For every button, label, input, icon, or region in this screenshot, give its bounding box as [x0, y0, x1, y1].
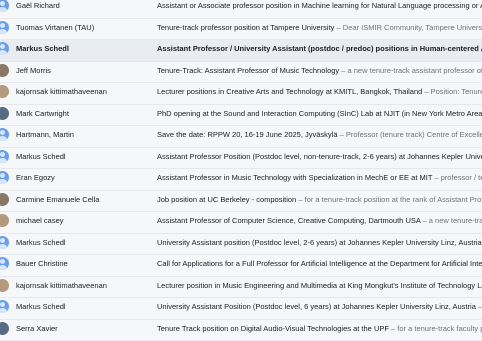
default-avatar-icon [0, 257, 9, 270]
email-row[interactable]: Eran Egozy Assistant Professor in Music T… [0, 169, 482, 191]
sender-name: Carmine Emanuele Cella [16, 195, 99, 204]
sender-name: Jeff Morris [16, 66, 51, 75]
default-avatar-icon [0, 300, 9, 313]
email-list: Gaël Richard Assistant or Associate profe… [0, 0, 482, 341]
email-content: Assistant or Associate professor positio… [157, 1, 482, 10]
default-avatar-icon [0, 128, 9, 141]
email-subject: Tenure-track professor position at Tampe… [157, 23, 334, 32]
email-subject: Assistant Professor in Music Technology … [157, 173, 432, 182]
default-avatar-icon [0, 236, 9, 249]
sender-name: michael casey [16, 216, 64, 225]
email-subject: Job position at UC Berkeley - compositio… [157, 195, 296, 204]
avatar-photo [0, 193, 9, 206]
sender-name: Gaël Richard [16, 1, 60, 10]
email-subject: Tenure-Track: Assistant Professor of Mus… [157, 66, 339, 75]
email-content: Assistant Professor / University Assista… [157, 44, 482, 53]
avatar-photo [0, 107, 9, 120]
email-subject: Assistant or Associate professor positio… [157, 1, 482, 10]
email-row[interactable]: Hartmann, Martin Save the date: RPPW 20, … [0, 126, 482, 148]
avatar-photo [0, 85, 9, 98]
email-content: Assistant Professor of Computer Science,… [157, 216, 482, 225]
avatar-photo [0, 64, 9, 77]
email-content: Job position at UC Berkeley - compositio… [157, 195, 482, 204]
email-snippet: – a new tenure-track position in the are… [420, 216, 482, 225]
email-row[interactable]: Bauer Christine Call for Applications for… [0, 255, 482, 277]
sender-name: Markus Schedl [16, 302, 66, 311]
email-content: PhD opening at the Sound and Interaction… [157, 109, 482, 118]
email-row[interactable]: kajornsak kittimathaveenan Lecturer posit… [0, 83, 482, 105]
email-subject: PhD opening at the Sound and Interaction… [157, 109, 482, 118]
email-subject: Assistant Professor Position (Postdoc le… [157, 152, 482, 161]
sender-name: Tuomas Virtanen (TAU) [16, 23, 94, 32]
email-subject: Lecturer position in Music Engineering a… [157, 281, 482, 290]
email-row[interactable]: Jeff Morris Tenure-Track: Assistant Profe… [0, 62, 482, 84]
email-content: Tenure-track professor position at Tampe… [157, 23, 482, 32]
email-content: Tenure Track position on Digital Audio-V… [157, 324, 482, 333]
default-avatar-icon [0, 21, 9, 34]
email-snippet: – for a tenure-track faculty position in… [389, 324, 482, 333]
avatar-photo [0, 322, 9, 335]
email-snippet: – non-tenure-track [476, 302, 482, 311]
email-row[interactable]: Markus Schedl Assistant Professor / Unive… [0, 40, 482, 62]
email-row[interactable]: Markus Schedl University Assistant positi… [0, 234, 482, 256]
email-content: Tenure-Track: Assistant Professor of Mus… [157, 66, 482, 75]
sender-name: Markus Schedl [16, 238, 66, 247]
email-row[interactable]: Markus Schedl University Assistant Positi… [0, 298, 482, 320]
email-subject: Call for Applications for a Full Profess… [157, 259, 482, 268]
sender-name: Markus Schedl [16, 152, 66, 161]
email-row[interactable]: Carmine Emanuele Cella Job position at UC… [0, 191, 482, 213]
default-avatar-icon [0, 0, 9, 12]
email-subject: Assistant Professor / University Assista… [157, 44, 482, 53]
email-subject: Assistant Professor of Computer Science,… [157, 216, 420, 225]
email-row[interactable]: Tuomas Virtanen (TAU) Tenure-track profes… [0, 19, 482, 41]
sender-name: Bauer Christine [16, 259, 68, 268]
email-subject: Lecturer positions in Creative Arts and … [157, 87, 422, 96]
sender-name: Hartmann, Martin [16, 130, 74, 139]
email-content: Assistant Professor Position (Postdoc le… [157, 152, 482, 161]
email-row[interactable]: Mark Cartwright PhD opening at the Sound … [0, 105, 482, 127]
email-snippet: – Position: Tenure-Track Faculty [422, 87, 482, 96]
email-subject: Tenure Track position on Digital Audio-V… [157, 324, 389, 333]
email-content: University Assistant Position (Postdoc l… [157, 302, 482, 311]
email-row[interactable]: Gaël Richard Assistant or Associate profe… [0, 0, 482, 19]
email-snippet: – for a tenure-track position at the ran… [296, 195, 482, 204]
email-content: Lecturer positions in Creative Arts and … [157, 87, 482, 96]
email-snippet: – Dear ISMIR Community, Tampere Universi… [334, 23, 482, 32]
email-content: Assistant Professor in Music Technology … [157, 173, 482, 182]
sender-name: kajornsak kittimathaveenan [16, 281, 107, 290]
email-subject: University Assistant position (Postdoc l… [157, 238, 482, 247]
sender-name: Mark Cartwright [16, 109, 69, 118]
default-avatar-icon [0, 42, 9, 55]
email-snippet: – professor / tenure-track position [432, 173, 482, 182]
default-avatar-icon [0, 171, 9, 184]
default-avatar-icon [0, 150, 9, 163]
sender-name: kajornsak kittimathaveenan [16, 87, 107, 96]
email-content: Call for Applications for a Full Profess… [157, 259, 482, 268]
sender-name: Eran Egozy [16, 173, 55, 182]
email-row[interactable]: Markus Schedl Assistant Professor Positio… [0, 148, 482, 170]
email-row[interactable]: michael casey Assistant Professor of Comp… [0, 212, 482, 234]
sender-name: Serra Xavier [16, 324, 58, 333]
email-content: Save the date: RPPW 20, 16-19 June 2025,… [157, 130, 482, 139]
avatar-photo [0, 279, 9, 292]
email-subject: University Assistant Position (Postdoc l… [157, 302, 476, 311]
avatar-photo [0, 214, 9, 227]
email-snippet: – a new tenure-track assistant professor… [339, 66, 482, 75]
email-row[interactable]: Serra Xavier Tenure Track position on Dig… [0, 320, 482, 341]
email-content: Lecturer position in Music Engineering a… [157, 281, 482, 290]
email-content: University Assistant position (Postdoc l… [157, 238, 482, 247]
email-subject: Save the date: RPPW 20, 16-19 June 2025,… [157, 130, 338, 139]
email-row[interactable]: kajornsak kittimathaveenan Lecturer posit… [0, 277, 482, 299]
email-snippet: – Professor (tenure track) Centre of Exc… [338, 130, 482, 139]
sender-name: Markus Schedl [16, 44, 69, 53]
